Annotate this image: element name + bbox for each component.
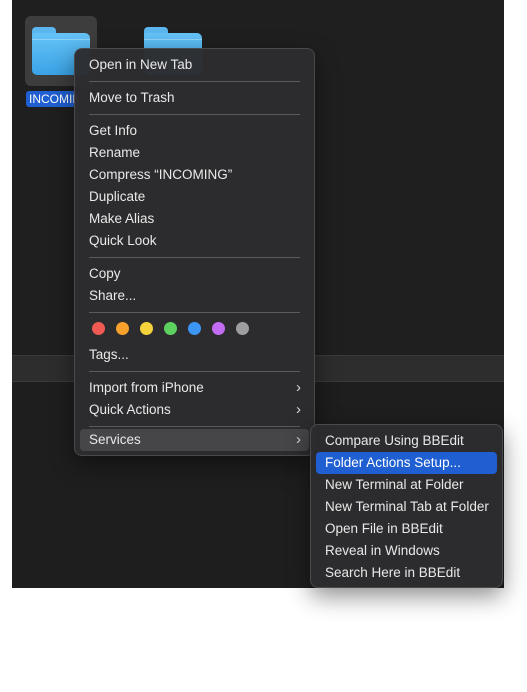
menu-item-duplicate[interactable]: Duplicate [80,186,309,208]
menu-separator [89,371,300,372]
menu-item-move-to-trash[interactable]: Move to Trash [80,87,309,109]
service-compare-using-bbedit[interactable]: Compare Using BBEdit [316,430,497,452]
tag-gray-dot[interactable] [236,322,249,335]
menu-item-quick-actions[interactable]: Quick Actions › [80,399,309,421]
menu-separator [89,81,300,82]
menu-item-services[interactable]: Services › [80,429,309,451]
service-folder-actions-setup[interactable]: Folder Actions Setup... [316,452,497,474]
menu-separator [89,312,300,313]
service-search-here-in-bbedit[interactable]: Search Here in BBEdit [316,562,497,584]
menu-item-open-in-new-tab[interactable]: Open in New Tab [80,54,309,76]
chevron-right-icon: › [296,431,301,448]
menu-item-share[interactable]: Share... [80,285,309,307]
tag-yellow-dot[interactable] [140,322,153,335]
menu-item-rename[interactable]: Rename [80,142,309,164]
menu-separator [89,426,300,427]
menu-separator [89,114,300,115]
service-new-terminal-tab-at-folder[interactable]: New Terminal Tab at Folder [316,496,497,518]
tag-green-dot[interactable] [164,322,177,335]
service-new-terminal-at-folder[interactable]: New Terminal at Folder [316,474,497,496]
service-open-file-in-bbedit[interactable]: Open File in BBEdit [316,518,497,540]
tag-blue-dot[interactable] [188,322,201,335]
tag-orange-dot[interactable] [116,322,129,335]
menu-item-get-info[interactable]: Get Info [80,120,309,142]
folder-label-incoming[interactable]: INCOMING [26,91,78,107]
chevron-right-icon: › [296,379,301,396]
menu-item-import-from-iphone[interactable]: Import from iPhone › [80,377,309,399]
tag-purple-dot[interactable] [212,322,225,335]
service-reveal-in-windows[interactable]: Reveal in Windows [316,540,497,562]
context-menu: Open in New Tab Move to Trash Get Info R… [74,48,315,456]
menu-item-make-alias[interactable]: Make Alias [80,208,309,230]
tag-red-dot[interactable] [92,322,105,335]
menu-separator [89,257,300,258]
menu-item-compress[interactable]: Compress “INCOMING” [80,164,309,186]
chevron-right-icon: › [296,401,301,418]
menu-item-quick-look[interactable]: Quick Look [80,230,309,252]
services-submenu: Compare Using BBEdit Folder Actions Setu… [310,424,503,588]
menu-item-copy[interactable]: Copy [80,263,309,285]
menu-item-tags[interactable]: Tags... [80,344,309,366]
